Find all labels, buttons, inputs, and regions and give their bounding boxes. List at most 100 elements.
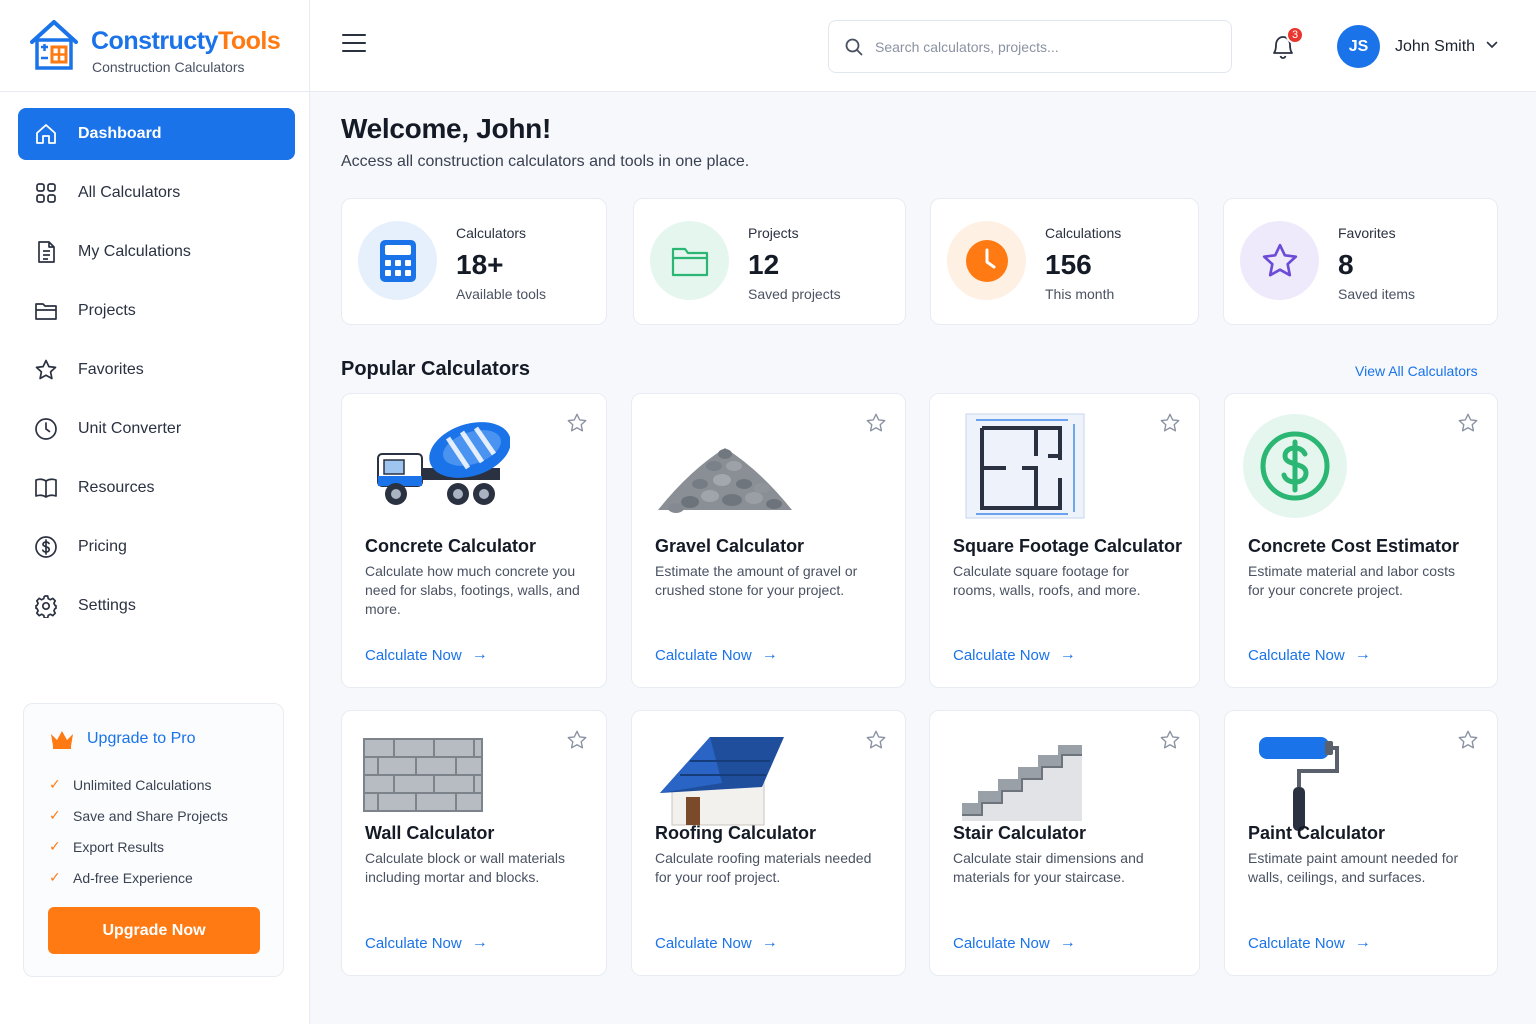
brand-subtitle: Construction Calculators (92, 59, 245, 75)
list-item: ✓ Ad-free Experience (49, 869, 193, 886)
menu-icon[interactable] (342, 34, 366, 54)
floor-plan-image (965, 413, 1085, 519)
sidebar-item-favorites[interactable]: Favorites (18, 344, 295, 396)
section-title: Popular Calculators (341, 358, 530, 380)
upgrade-title: Upgrade to Pro (87, 730, 196, 747)
favorite-star-icon[interactable] (1159, 412, 1181, 434)
card-description: Estimate material and labor costs for yo… (1248, 563, 1455, 598)
card-title: Stair Calculator (953, 823, 1087, 843)
stat-value: 156 (1045, 249, 1092, 280)
upgrade-now-button[interactable]: Upgrade Now (48, 907, 260, 954)
folder-icon (650, 221, 729, 300)
brand[interactable]: ConstructyTools Construction Calculators (0, 0, 310, 92)
stat-label: Favorites (1338, 225, 1396, 241)
stat-label: Calculators (456, 225, 527, 241)
page-subtitle: Access all construction calculators and … (341, 153, 750, 170)
arrow-right-icon: → (761, 934, 778, 951)
book-icon (34, 476, 58, 500)
favorite-star-icon[interactable] (566, 412, 588, 434)
view-all-calculators-link[interactable]: View All Calculators (1355, 363, 1478, 379)
sidebar-item-dashboard[interactable]: Dashboard (18, 108, 295, 160)
sidebar-item-label: Favorites (78, 361, 144, 378)
home-icon (34, 122, 58, 146)
arrow-right-icon: → (761, 646, 778, 663)
favorite-star-icon[interactable] (865, 412, 887, 434)
sidebar-item-label: My Calculations (78, 243, 191, 260)
page-title: Welcome, John! (341, 113, 551, 144)
calculate-now-link[interactable]: Calculate Now → (953, 934, 1076, 952)
user-name[interactable]: John Smith (1395, 38, 1475, 56)
calculate-now-link[interactable]: Calculate Now → (655, 934, 778, 952)
favorite-star-icon[interactable] (1159, 729, 1181, 751)
card-title: Concrete Cost Estimator (1248, 536, 1460, 556)
notification-badge: 3 (1286, 26, 1304, 44)
stat-card-favorites[interactable]: Favorites 8 Saved items (1223, 198, 1498, 325)
card-description: Calculate how much concrete you need for… (365, 563, 580, 617)
card-title: Roofing Calculator (655, 823, 816, 843)
sidebar-item-my-calculations[interactable]: My Calculations (18, 226, 295, 278)
logo-icon (30, 20, 78, 70)
calculator-card-paint[interactable]: Paint Calculator Estimate paint amount n… (1224, 710, 1498, 976)
sidebar-item-resources[interactable]: Resources (18, 462, 295, 514)
sidebar-item-label: All Calculators (78, 184, 181, 201)
sidebar-item-unit-converter[interactable]: Unit Converter (18, 403, 295, 455)
list-item: ✓ Export Results (49, 838, 165, 855)
top-bar: 3 JS John Smith (310, 0, 1536, 92)
brand-name: ConstructyTools (91, 27, 281, 55)
card-title: Concrete Calculator (365, 536, 537, 556)
sidebar: ConstructyTools Construction Calculators… (0, 0, 310, 1024)
calculator-card-gravel[interactable]: Gravel Calculator Estimate the amount of… (631, 393, 906, 688)
sidebar-item-label: Dashboard (78, 125, 162, 142)
calculate-now-link[interactable]: Calculate Now → (1248, 646, 1371, 664)
arrow-right-icon: → (1059, 646, 1076, 663)
grid-icon (34, 181, 58, 205)
calculate-now-link[interactable]: Calculate Now → (365, 934, 488, 952)
sidebar-item-all-calculators[interactable]: All Calculators (18, 167, 295, 219)
calculate-now-link[interactable]: Calculate Now → (953, 646, 1076, 664)
favorite-star-icon[interactable] (1457, 729, 1479, 751)
favorite-star-icon[interactable] (1457, 412, 1479, 434)
sidebar-item-label: Unit Converter (78, 420, 182, 437)
search-input[interactable] (875, 38, 1195, 55)
arrow-right-icon: → (1354, 646, 1371, 663)
upgrade-features: ✓ Unlimited Calculations ✓ Save and Share … (49, 769, 228, 893)
folder-icon (34, 299, 58, 323)
calculator-card-concrete-cost[interactable]: Concrete Cost Estimator Estimate materia… (1224, 393, 1498, 688)
arrow-right-icon: → (471, 934, 488, 951)
sidebar-item-pricing[interactable]: Pricing (18, 521, 295, 573)
gear-icon (34, 594, 58, 618)
stat-card-calculations[interactable]: Calculations 156 This month (930, 198, 1199, 325)
dollar-badge-image (1243, 414, 1347, 518)
stat-card-calculators[interactable]: Calculators 18+ Available tools (341, 198, 607, 325)
calculator-card-wall[interactable]: Wall Calculator Calculate block or wall … (341, 710, 607, 976)
avatar[interactable]: JS (1337, 25, 1380, 68)
stat-card-projects[interactable]: Projects 12 Saved projects (633, 198, 906, 325)
check-icon: ✓ (49, 869, 61, 885)
calculator-card-stair[interactable]: Stair Calculator Calculate stair dimensi… (929, 710, 1200, 976)
calculator-card-roofing[interactable]: Roofing Calculator Calculate roofing mat… (631, 710, 906, 976)
search-box[interactable] (828, 20, 1232, 73)
card-description: Estimate paint amount needed for walls, … (1248, 850, 1459, 885)
stat-subtext: Saved items (1338, 286, 1416, 302)
calculator-card-square-footage[interactable]: Square Footage Calculator Calculate squa… (929, 393, 1200, 688)
calculator-card-concrete[interactable]: Concrete Calculator Calculate how much c… (341, 393, 607, 688)
calculate-now-link[interactable]: Calculate Now → (1248, 934, 1371, 952)
favorite-star-icon[interactable] (566, 729, 588, 751)
stat-subtext: Available tools (456, 286, 547, 302)
favorite-star-icon[interactable] (865, 729, 887, 751)
calculate-now-link[interactable]: Calculate Now → (365, 646, 488, 664)
crown-icon (51, 731, 73, 749)
sidebar-item-label: Pricing (78, 538, 127, 555)
arrow-right-icon: → (1059, 934, 1076, 951)
clock-icon (947, 221, 1026, 300)
list-item: ✓ Unlimited Calculations (49, 776, 212, 793)
sidebar-item-projects[interactable]: Projects (18, 285, 295, 337)
sidebar-nav: Dashboard All Calculators My Calculation… (18, 108, 295, 639)
stat-subtext: Saved projects (748, 286, 841, 302)
sidebar-item-settings[interactable]: Settings (18, 580, 295, 632)
arrow-right-icon: → (1354, 934, 1371, 951)
chevron-down-icon[interactable] (1486, 41, 1498, 49)
gravel-pile-image (658, 448, 792, 513)
calculate-now-link[interactable]: Calculate Now → (655, 646, 778, 664)
card-title: Square Footage Calculator (953, 536, 1183, 556)
